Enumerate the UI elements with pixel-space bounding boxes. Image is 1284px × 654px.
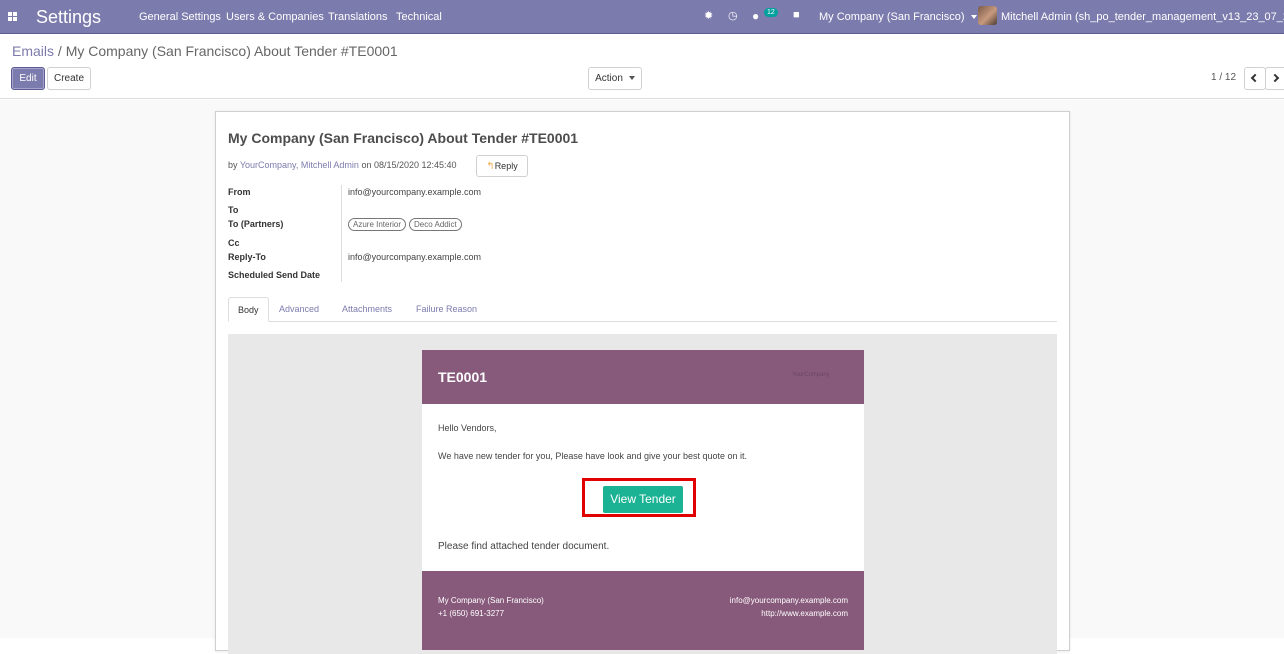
footer-website[interactable]: http://www.example.com [730,607,848,620]
chevron-down-icon [970,15,977,20]
mail-subject: My Company (San Francisco) About Tender … [228,130,579,146]
tab-advanced[interactable]: Advanced [279,297,319,322]
company-name: My Company (San Francisco) [819,11,965,23]
menu-translations[interactable]: Translations [328,11,388,23]
user-name: Mitchell Admin (sh_po_tender_management_… [1001,11,1284,23]
reply-button[interactable]: ↰Reply [476,155,528,177]
tab-attachments[interactable]: Attachments [342,297,392,322]
messages-count-badge: 12 [764,8,778,17]
apps-menu-icon[interactable] [8,12,17,21]
avatar[interactable] [978,6,997,25]
to-partners-label: To (Partners) [228,219,284,229]
breadcrumb: Emails / My Company (San Francisco) Abou… [12,43,398,59]
field-separator [341,185,342,282]
email-template: TE0001 YourCompany Hello Vendors, We hav… [422,350,864,650]
footer-company-info: My Company (San Francisco) +1 (650) 691-… [438,594,544,620]
from-label: From [228,187,251,197]
reply-to-label: Reply-To [228,252,266,262]
form-sheet: My Company (San Francisco) About Tender … [215,111,1070,654]
breadcrumb-emails-link[interactable]: Emails [12,43,54,59]
reply-to-value: info@yourcompany.example.com [348,252,482,262]
user-menu[interactable]: Mitchell Admin (sh_po_tender_management_… [1001,11,1284,23]
chevron-right-icon [1270,73,1279,83]
email-footer: My Company (San Francisco) +1 (650) 691-… [422,571,864,650]
attachment-note: Please find attached tender document. [438,541,610,552]
chevron-down-icon [628,76,635,81]
action-dropdown[interactable]: Action [588,67,642,90]
bug-icon[interactable]: ✹ [704,9,713,22]
by-prefix: by [228,160,238,170]
company-switcher[interactable]: My Company (San Francisco) [819,11,977,23]
tender-reference: TE0001 [438,369,488,385]
chevron-left-icon [1250,73,1260,83]
edit-button[interactable]: Edit [11,67,45,90]
company-logo: YourCompany [792,372,830,378]
scheduled-send-date-label: Scheduled Send Date [228,270,321,280]
app-title[interactable]: Settings [36,7,101,28]
partner-tag[interactable]: Deco Addict [409,218,462,231]
menu-technical[interactable]: Technical [396,11,442,23]
notebook-tabs: Body Advanced Attachments Failure Reason [228,297,1057,322]
action-label: Action [595,73,623,84]
pager-next-button[interactable] [1265,67,1284,90]
footer-company-name: My Company (San Francisco) [438,596,544,605]
mail-byline: by YourCompany, Mitchell Admin on 08/15/… [228,160,457,170]
footer-phone: +1 (650) 691-3277 [438,609,505,618]
from-value: info@yourcompany.example.com [348,187,482,197]
mail-date: on 08/15/2020 12:45:40 [361,160,457,170]
messages-icon[interactable]: ● [752,9,759,23]
email-header: TE0001 YourCompany [422,350,864,404]
menu-users-companies[interactable]: Users & Companies [226,11,324,23]
email-body-preview: TE0001 YourCompany Hello Vendors, We hav… [228,334,1057,654]
form-content: My Company (San Francisco) About Tender … [0,100,1284,654]
reply-label: Reply [494,161,518,171]
to-label: To [228,205,239,215]
to-partners-value: Azure Interior Deco Addict [348,218,465,231]
email-message: We have new tender for you, Please have … [438,451,748,461]
breadcrumb-current: My Company (San Francisco) About Tender … [65,43,398,59]
breadcrumb-separator: / [57,43,62,59]
email-greeting: Hello Vendors, [438,423,497,433]
partner-tag[interactable]: Azure Interior [348,218,407,231]
pager-value[interactable]: 1 / 12 [1211,72,1236,83]
cc-label: Cc [228,238,240,248]
pager-previous-button[interactable] [1244,67,1266,90]
footer-contact-info: info@yourcompany.example.com http://www.… [730,594,848,620]
reply-arrow-icon: ↰ [486,161,495,172]
activity-clock-icon[interactable]: ◷ [728,9,738,22]
tab-body[interactable]: Body [228,297,269,322]
control-panel: Emails / My Company (San Francisco) Abou… [0,35,1284,99]
top-navbar: Settings General Settings Users & Compan… [0,0,1284,34]
footer-email[interactable]: info@yourcompany.example.com [730,594,848,607]
menu-general-settings[interactable]: General Settings [139,11,221,23]
author-link[interactable]: YourCompany, Mitchell Admin [240,160,359,170]
tab-failure-reason[interactable]: Failure Reason [416,297,477,322]
create-button[interactable]: Create [47,67,91,90]
view-tender-button[interactable]: View Tender [603,486,683,513]
gift-icon[interactable]: ■ [793,9,800,21]
